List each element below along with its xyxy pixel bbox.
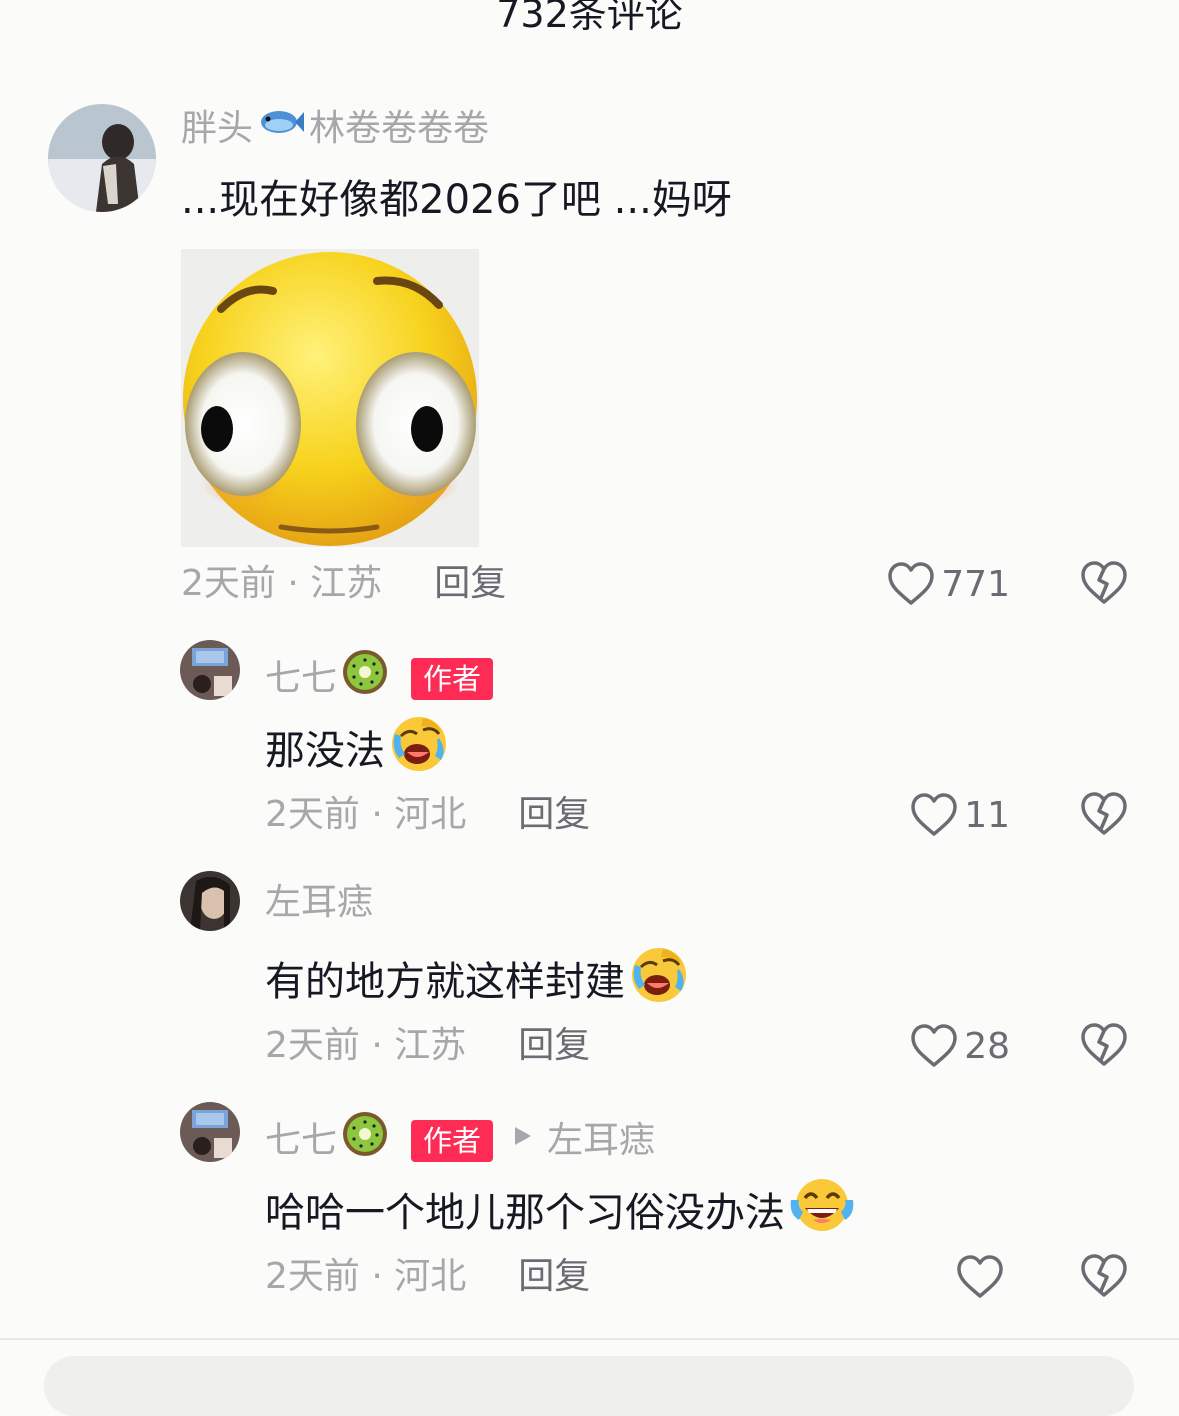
dislike-button[interactable] <box>1080 1022 1128 1070</box>
nickname[interactable]: 左耳痣 <box>265 879 373 927</box>
divider <box>0 1338 1179 1340</box>
dislike-button[interactable] <box>1080 791 1128 839</box>
avatar[interactable] <box>48 104 156 212</box>
reply-button[interactable]: 回复 <box>518 1253 590 1301</box>
like-button[interactable]: 28 <box>880 1022 1010 1070</box>
tears-of-joy-face <box>789 1176 855 1249</box>
like-count: 28 <box>964 1025 1010 1067</box>
comment-meta: 2天前 · 江苏 回复 <box>265 1022 590 1070</box>
comment-input-bar[interactable] <box>44 1356 1134 1416</box>
comment-text: 哈哈一个地儿那个习俗没办法 <box>265 1176 855 1249</box>
heart-icon <box>957 1255 1003 1298</box>
meta-separator: · <box>359 794 395 835</box>
like-button[interactable]: 11 <box>880 791 1010 839</box>
like-count: 11 <box>964 794 1010 836</box>
reply-button[interactable]: 回复 <box>518 791 590 839</box>
comment-count-title: 732条评论 <box>496 0 683 36</box>
comment-text: 那没法 <box>265 714 449 787</box>
avatar[interactable] <box>180 640 240 700</box>
like-button[interactable] <box>880 1253 1010 1301</box>
comment-text: 有的地方就这样封建 <box>265 945 689 1018</box>
like-button[interactable]: 771 <box>880 560 1010 608</box>
reply-button[interactable]: 回复 <box>518 1022 590 1070</box>
author-badge: 作者 <box>411 1119 494 1162</box>
nickname[interactable]: 七七 作者 <box>265 648 494 709</box>
comment-meta: 2天前 · 河北 回复 <box>265 791 590 839</box>
kiwi-icon <box>341 1110 389 1171</box>
heart-icon <box>888 562 935 605</box>
nickname[interactable]: 七七 作者 左耳痣 <box>265 1110 655 1171</box>
laughing-crying-face <box>629 945 689 1018</box>
laughing-crying-face <box>389 714 449 787</box>
dislike-button[interactable] <box>1080 560 1128 608</box>
broken-heart-icon <box>1081 1254 1127 1297</box>
kiwi-icon <box>341 648 389 709</box>
comment-meta: 2天前 · 江苏 回复 <box>181 560 506 608</box>
broken-heart-icon <box>1081 561 1127 604</box>
fish-icon <box>257 104 305 153</box>
reply-button[interactable]: 回复 <box>434 560 506 608</box>
broken-heart-icon <box>1081 792 1127 835</box>
comment-text: ...现在好像都2026了吧 ...妈呀 <box>181 177 732 223</box>
author-badge: 作者 <box>411 657 494 700</box>
heart-icon <box>911 1024 957 1067</box>
dislike-button[interactable] <box>1080 1253 1128 1301</box>
nickname[interactable]: 胖头 林卷卷卷卷 <box>181 104 489 153</box>
shocked-face-sticker[interactable] <box>181 249 479 547</box>
avatar[interactable] <box>180 871 240 931</box>
broken-heart-icon <box>1081 1023 1127 1066</box>
meta-separator: · <box>275 563 311 604</box>
heart-icon <box>911 793 957 836</box>
avatar[interactable] <box>180 1102 240 1162</box>
meta-separator: · <box>359 1256 395 1297</box>
reply-to-nickname[interactable]: 左耳痣 <box>547 1117 655 1165</box>
play-arrow-icon <box>513 1117 533 1165</box>
comment-meta: 2天前 · 河北 回复 <box>265 1253 590 1301</box>
meta-separator: · <box>359 1025 395 1066</box>
like-count: 771 <box>941 563 1010 605</box>
